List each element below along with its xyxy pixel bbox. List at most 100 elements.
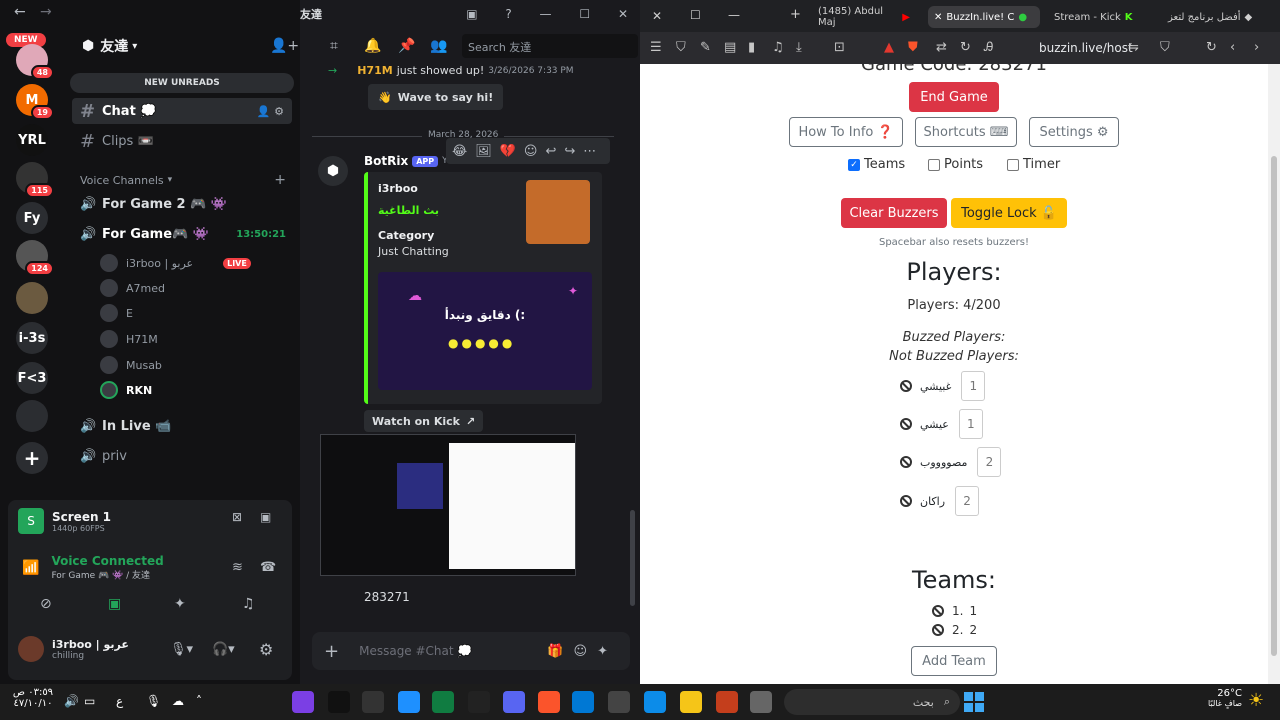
window-controls-icon[interactable]: ▣ ? — ☐ ✕: [466, 7, 640, 21]
reaction-icon[interactable]: 💔: [500, 144, 524, 159]
player-team-input[interactable]: 2: [977, 447, 1002, 477]
ban-icon[interactable]: [900, 456, 912, 468]
capcut-icon[interactable]: [328, 691, 350, 713]
soundboard-icon[interactable]: ♫: [242, 596, 255, 612]
ban-icon[interactable]: [932, 605, 944, 617]
voice-user[interactable]: E: [100, 302, 133, 324]
store-icon[interactable]: [608, 691, 630, 713]
tune-icon[interactable]: ⇋: [1128, 40, 1139, 55]
threads-icon[interactable]: ⌗: [330, 38, 338, 54]
gear-icon[interactable]: 👤 ⚙: [257, 105, 284, 118]
voice-user[interactable]: i3rboo | عربو LIVE: [100, 252, 251, 274]
page-scrollbar[interactable]: [1268, 64, 1280, 684]
server-icon[interactable]: 48: [16, 44, 54, 80]
server-icon[interactable]: YRL: [16, 124, 48, 156]
weather-widget[interactable]: 26°C صافٍ غالبًا: [1206, 688, 1242, 708]
bookmark-icon[interactable]: ⛉: [1160, 40, 1170, 55]
embed-image[interactable]: دقايق ونبدأ (: ●●●●● ☁ ✦: [378, 272, 592, 390]
capcut-2-icon[interactable]: [468, 691, 490, 713]
settings-button[interactable]: Settings ⚙: [1029, 117, 1119, 147]
plus-icon[interactable]: +: [274, 172, 286, 188]
close-icon[interactable]: ✕: [934, 12, 942, 23]
message-input[interactable]: + Message #Chat 💭 🎁☺✦: [312, 632, 630, 670]
noise-suppression-icon[interactable]: ≋: [232, 560, 243, 575]
shield-icon[interactable]: ⛉: [676, 40, 686, 55]
chevron-up-icon[interactable]: ˄: [196, 694, 202, 708]
folder-icon[interactable]: [680, 691, 702, 713]
add-team-button[interactable]: Add Team: [911, 646, 997, 676]
members-icon[interactable]: 👥: [430, 38, 447, 54]
embed-thumbnail[interactable]: [526, 180, 590, 244]
more-icon[interactable]: ⋯: [583, 144, 604, 159]
voice-user[interactable]: H71M: [100, 328, 158, 350]
bell-icon[interactable]: 🔔: [364, 38, 381, 54]
voice-status[interactable]: 📶 Voice Connected For Game 🎮 👾 / 友達: [22, 554, 164, 581]
new-tab-icon[interactable]: +: [790, 7, 801, 22]
channel-for-game[interactable]: 🔊 For Game🎮 👾 13:50:21: [72, 221, 292, 247]
forward-icon[interactable]: ↪: [564, 144, 583, 159]
activities-icon[interactable]: ✦: [174, 596, 186, 612]
server-icon[interactable]: F<3: [16, 362, 48, 394]
disconnect-icon[interactable]: ☎: [260, 560, 276, 575]
forward-arrow-icon[interactable]: →: [40, 4, 52, 20]
server-icon[interactable]: 124: [16, 240, 54, 276]
voice-user[interactable]: A7med: [100, 277, 165, 299]
taskbar-search[interactable]: بحث ⌕: [784, 689, 960, 715]
start-icon[interactable]: [964, 692, 984, 712]
embed-author[interactable]: i3rboo: [378, 182, 418, 195]
stream-preview[interactable]: [320, 434, 576, 576]
server-icon[interactable]: 115: [16, 162, 54, 198]
microphone-icon[interactable]: 🎙: [146, 694, 161, 708]
server-icon[interactable]: i-3s: [16, 322, 48, 354]
ban-icon[interactable]: [900, 380, 912, 392]
server-icon[interactable]: Fy: [16, 202, 48, 234]
edge-icon[interactable]: [644, 691, 666, 713]
player-team-input[interactable]: 1: [961, 371, 986, 401]
server-icon[interactable]: M 19: [16, 84, 54, 120]
ban-icon[interactable]: [900, 495, 912, 507]
back-arrow-icon[interactable]: ←: [14, 4, 26, 20]
search-input[interactable]: Search 友達: [462, 34, 638, 58]
tab-kick[interactable]: Stream - Kick K: [1048, 6, 1154, 28]
voice-category[interactable]: Voice Channels ▾ +: [80, 172, 286, 188]
files-icon[interactable]: [750, 691, 772, 713]
stop-share-icon[interactable]: ⊠: [232, 510, 242, 524]
brave-shield-icon[interactable]: ⛊: [908, 40, 918, 55]
share-icon[interactable]: ⇄: [936, 40, 947, 55]
volume-icon[interactable]: 🔊: [64, 694, 79, 708]
menu-icon[interactable]: ☰: [650, 40, 662, 55]
wallet-icon[interactable]: ▤: [724, 40, 736, 55]
app-icon[interactable]: [398, 691, 420, 713]
watch-on-kick-button[interactable]: Watch on Kick ↗: [364, 410, 484, 432]
reaction-icon[interactable]: 🖼: [475, 144, 500, 159]
team-name[interactable]: 2: [969, 623, 977, 637]
end-game-button[interactable]: End Game: [909, 82, 999, 112]
office-icon[interactable]: [716, 691, 738, 713]
clock[interactable]: ٠٣:٥٩ ص ٤٧/١٠/١٠: [8, 687, 58, 709]
channel-chat[interactable]: # Chat 💭 👤 ⚙: [72, 98, 292, 124]
add-server-icon[interactable]: +: [16, 442, 48, 474]
wave-button[interactable]: 👋 Wave to say hi!: [368, 84, 504, 110]
obs-icon[interactable]: [362, 691, 384, 713]
player-team-input[interactable]: 1: [958, 409, 983, 439]
emoji-gift-icon[interactable]: 🎁☺✦: [547, 644, 618, 659]
player-team-input[interactable]: 2: [955, 486, 980, 516]
add-reaction-icon[interactable]: ☺: [524, 144, 546, 159]
close-icon[interactable]: ✕: [652, 9, 662, 23]
screen-share-toggle-icon[interactable]: ▣: [108, 596, 121, 612]
game-icon[interactable]: [292, 691, 314, 713]
timer-checkbox[interactable]: Timer: [1007, 157, 1060, 172]
music-icon[interactable]: ♫: [772, 40, 784, 55]
forward-icon[interactable]: ›: [1254, 40, 1259, 55]
server-icon[interactable]: [16, 400, 48, 432]
points-checkbox[interactable]: Points: [928, 157, 983, 172]
gear-icon[interactable]: ⚙: [259, 640, 273, 659]
chat-scrollbar[interactable]: [630, 510, 635, 606]
bot-name[interactable]: BotRix: [364, 154, 408, 168]
camera-off-icon[interactable]: ⊘: [40, 596, 52, 612]
message-actions[interactable]: 😂 🖼 💔 ☺ ↩ ↪ ⋯: [446, 138, 611, 164]
extension-icon[interactable]: ✎: [700, 40, 711, 55]
ban-icon[interactable]: [932, 624, 944, 636]
excel-icon[interactable]: [432, 691, 454, 713]
voice-user[interactable]: RKN: [100, 379, 152, 401]
